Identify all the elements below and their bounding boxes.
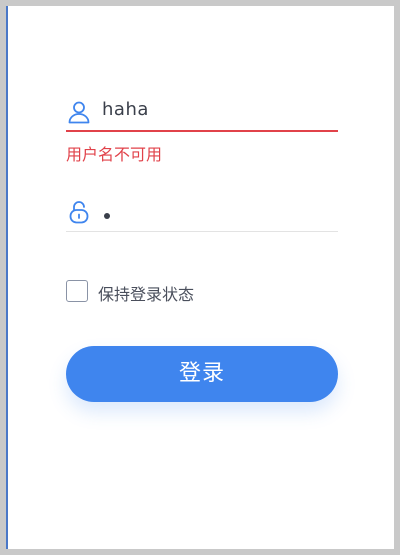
username-field[interactable]: haha: [66, 92, 338, 132]
login-panel: haha 用户名不可用 • 保持登录状态 登录: [6, 6, 394, 549]
remember-checkbox[interactable]: [66, 280, 88, 302]
username-error-text: 用户名不可用: [66, 145, 163, 164]
login-button[interactable]: 登录: [66, 346, 338, 402]
password-masked-value: [104, 213, 110, 219]
lock-icon: [66, 199, 92, 225]
username-value: haha: [102, 99, 149, 120]
username-underline: [66, 130, 338, 132]
password-underline: [66, 231, 338, 232]
password-field[interactable]: •: [66, 192, 338, 232]
remember-label: 保持登录状态: [98, 285, 195, 304]
user-icon: [66, 99, 92, 125]
